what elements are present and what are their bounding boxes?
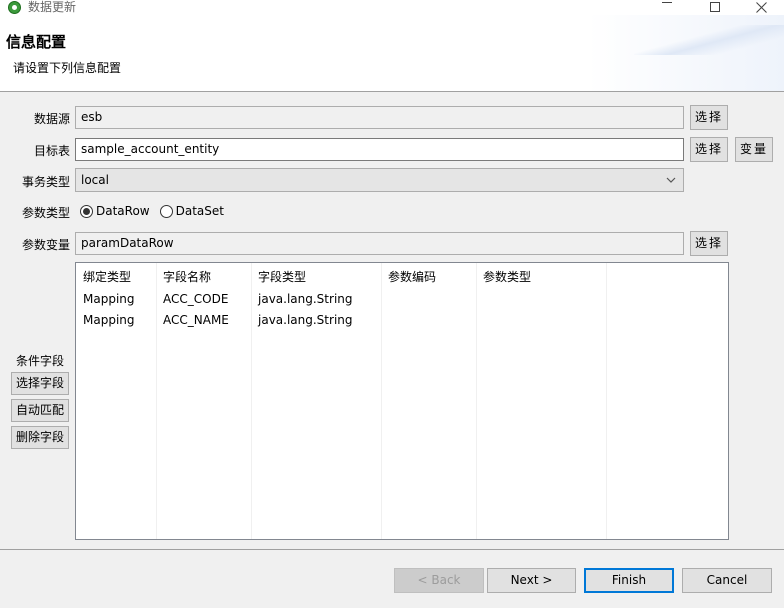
- auto-match-button[interactable]: 自动匹配: [11, 399, 69, 422]
- param-variable-field[interactable]: paramDataRow: [75, 232, 684, 255]
- minimize-icon: [662, 2, 672, 3]
- cancel-button[interactable]: Cancel: [682, 568, 772, 593]
- radio-dataset[interactable]: DataSet: [159, 204, 224, 218]
- target-table-field[interactable]: sample_account_entity: [75, 138, 684, 161]
- table-cell: java.lang.String: [258, 313, 353, 327]
- close-button[interactable]: [738, 0, 784, 15]
- column-divider: [477, 263, 607, 539]
- column-header[interactable]: 字段名称: [163, 268, 211, 285]
- radio-datarow[interactable]: DataRow: [80, 204, 150, 218]
- delete-field-button[interactable]: 删除字段: [11, 426, 69, 449]
- column-header[interactable]: 字段类型: [258, 268, 306, 285]
- table-cell: ACC_CODE: [163, 292, 229, 306]
- radio-checked-icon: [80, 204, 93, 218]
- table-cell: ACC_NAME: [163, 313, 229, 327]
- transaction-type-select[interactable]: local: [75, 168, 684, 192]
- banner-decoration: [634, 25, 784, 55]
- next-button[interactable]: Next >: [487, 568, 576, 593]
- target-table-select-button[interactable]: 选择: [690, 137, 728, 162]
- transaction-type-value: local: [81, 173, 109, 187]
- target-table-variable-button[interactable]: 变量: [735, 137, 773, 162]
- datasource-select-button[interactable]: 选择: [690, 105, 728, 130]
- param-variable-label: 参数变量: [21, 238, 70, 252]
- radio-dataset-label: DataSet: [175, 204, 224, 218]
- table-cell: Mapping: [83, 313, 135, 327]
- conditions-label: 条件字段: [16, 354, 65, 368]
- radio-datarow-label: DataRow: [96, 204, 150, 218]
- param-variable-select-button[interactable]: 选择: [690, 231, 728, 256]
- page-subtitle: 请设置下列信息配置: [13, 61, 122, 75]
- title-bar: 数据更新: [0, 0, 784, 15]
- param-type-label: 参数类型: [21, 206, 70, 220]
- datasource-field[interactable]: esb: [75, 106, 684, 129]
- maximize-button[interactable]: [692, 0, 738, 15]
- finish-button[interactable]: Finish: [584, 568, 674, 593]
- close-icon: [755, 2, 767, 13]
- column-header[interactable]: 绑定类型: [83, 268, 131, 285]
- select-fields-button[interactable]: 选择字段: [11, 372, 69, 395]
- page-title: 信息配置: [6, 33, 67, 51]
- window-title: 数据更新: [28, 0, 77, 14]
- fields-table[interactable]: 绑定类型 字段名称 字段类型 参数编码 参数类型 Mapping ACC_COD…: [75, 262, 729, 540]
- back-button[interactable]: < Back: [394, 568, 484, 593]
- column-header[interactable]: 参数编码: [388, 268, 436, 285]
- table-cell: java.lang.String: [258, 292, 353, 306]
- column-divider: [382, 263, 477, 539]
- chevron-down-icon: [666, 177, 676, 183]
- transaction-type-label: 事务类型: [21, 175, 70, 189]
- column-header[interactable]: 参数类型: [483, 268, 531, 285]
- radio-unchecked-icon: [159, 204, 173, 218]
- app-icon: [8, 1, 21, 14]
- maximize-icon: [710, 2, 720, 12]
- dialog-window: 数据更新 信息配置 请设置下列信息配置 数据源 esb 选择 目标表 sampl…: [0, 0, 784, 608]
- header-banner: 信息配置 请设置下列信息配置: [0, 15, 784, 92]
- target-table-label: 目标表: [33, 144, 70, 158]
- param-type-radio-group: DataRow DataSet: [80, 203, 234, 219]
- footer-divider: [0, 549, 784, 550]
- datasource-label: 数据源: [33, 112, 70, 126]
- table-cell: Mapping: [83, 292, 135, 306]
- minimize-button[interactable]: [644, 0, 690, 15]
